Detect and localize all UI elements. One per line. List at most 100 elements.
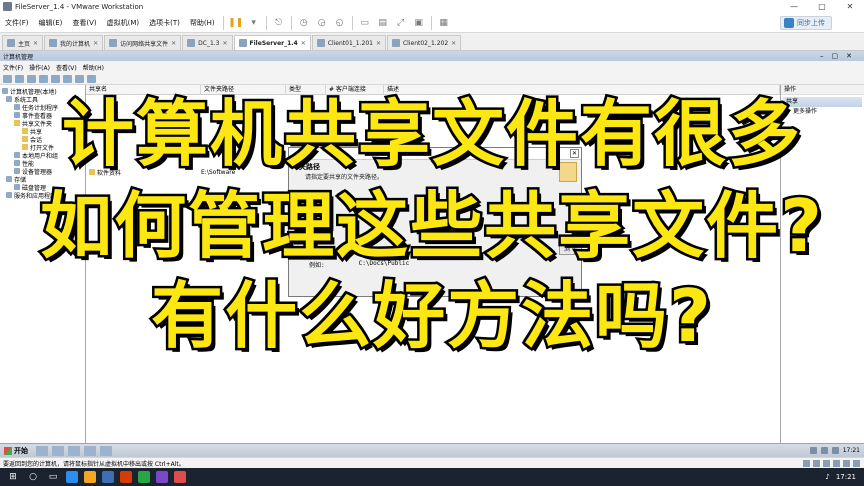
network-icon[interactable] (809, 447, 817, 454)
minimize-button[interactable]: — (780, 0, 808, 13)
revert-snapshot-icon[interactable]: ◶ (315, 16, 329, 30)
dialog-task-icon[interactable] (100, 445, 112, 456)
unity-icon[interactable]: ▣ (412, 16, 426, 30)
close-tab-icon[interactable]: ✕ (451, 40, 456, 47)
cdrom-icon[interactable] (813, 459, 820, 467)
library-icon[interactable]: ▭ (358, 16, 372, 30)
display-icon[interactable] (853, 459, 860, 467)
app-icon[interactable] (138, 471, 150, 483)
mmc-menu-help[interactable]: 帮助(H) (80, 63, 107, 72)
tab-client01[interactable]: Client01_1.201 ✕ (311, 35, 386, 50)
usb-icon[interactable] (833, 459, 840, 467)
toolbar-separator (222, 15, 224, 30)
hdd-icon[interactable] (803, 459, 810, 467)
close-tab-icon[interactable]: ✕ (301, 40, 306, 47)
back-icon[interactable] (3, 74, 12, 83)
close-tab-icon[interactable]: ✕ (376, 40, 381, 47)
send-ctrl-alt-del-icon[interactable]: ⎋ (272, 16, 286, 30)
up-icon[interactable] (27, 74, 36, 83)
dialog-heading: 夹路径 (299, 163, 320, 171)
powershell-icon[interactable] (52, 445, 64, 456)
create-share-dialog: ✕ 夹路径 请指定要共享的文件夹路径。 浏 例如: C:\Docs\Public (288, 147, 582, 297)
mmc-menu-file[interactable]: 文件(F) (0, 63, 26, 72)
tree-node[interactable]: 服务和应用程序 (0, 191, 85, 200)
close-tab-icon[interactable]: ✕ (93, 40, 98, 47)
dropdown-chevron-icon[interactable]: ▾ (247, 16, 261, 30)
show-tree-icon[interactable] (39, 74, 48, 83)
sound-icon[interactable] (843, 459, 850, 467)
menu-help[interactable]: 帮助(H) (185, 18, 220, 28)
sync-upload-button[interactable]: 同步上传 (780, 16, 832, 30)
close-tab-icon[interactable]: ✕ (223, 40, 228, 47)
menu-tabs[interactable]: 选项卡(T) (144, 18, 185, 28)
computer-management-icon[interactable] (84, 445, 96, 456)
mmc-menu-view[interactable]: 查看(V) (53, 63, 80, 72)
guest-clock[interactable]: 17:21 (843, 447, 860, 454)
maximize-button[interactable]: ▢ (808, 0, 836, 13)
menu-view[interactable]: 查看(V) (67, 18, 101, 28)
refresh-icon[interactable] (87, 74, 96, 83)
tab-label: Client01_1.201 (327, 39, 373, 47)
actions-subheader[interactable]: 共享 (783, 97, 862, 107)
explorer-icon[interactable] (68, 445, 80, 456)
clock-icon (14, 104, 20, 110)
menu-file[interactable]: 文件(F) (0, 18, 34, 28)
tab-home[interactable]: 主页 ✕ (2, 35, 44, 50)
pause-icon[interactable]: ❚❚ (228, 16, 243, 30)
host-clock[interactable]: 17:21 (836, 473, 856, 481)
toolbar-separator (430, 15, 432, 30)
folder-icon[interactable] (84, 471, 96, 483)
snapshot-manager-icon[interactable]: ◵ (333, 16, 347, 30)
app-icon[interactable] (120, 471, 132, 483)
tree-node[interactable]: 计算机管理(本地) (0, 87, 85, 96)
menu-vm[interactable]: 虚拟机(M) (102, 18, 145, 28)
column-header[interactable]: 描述 (384, 84, 780, 95)
tree-node[interactable]: 共享 (0, 127, 85, 136)
table-row[interactable]: 软件资料 E:\Software (86, 168, 235, 177)
mmc-menu-action[interactable]: 操作(A) (26, 63, 53, 72)
forward-icon[interactable] (15, 74, 24, 83)
start-button[interactable]: 开始 (0, 445, 32, 457)
column-header[interactable]: 共享名 (86, 84, 201, 95)
task-view-icon[interactable]: ▭ (46, 470, 60, 484)
windows-start-icon[interactable]: ⊞ (6, 470, 20, 484)
browse-button[interactable]: 浏 (559, 244, 575, 255)
close-tab-icon[interactable]: ✕ (171, 40, 176, 47)
vmware-icon[interactable] (102, 471, 114, 483)
help-icon[interactable] (63, 74, 72, 83)
browser-icon[interactable] (66, 471, 78, 483)
search-icon[interactable]: ○ (26, 470, 40, 484)
export-icon[interactable] (51, 74, 60, 83)
tree-node[interactable]: 共享文件夹 (0, 119, 85, 128)
tree-node[interactable]: 本地用户和组 (0, 151, 85, 160)
column-header[interactable]: # 客户端连接 (326, 84, 384, 95)
column-header[interactable]: 文件夹路径 (201, 84, 286, 95)
network-adapter-icon[interactable] (823, 459, 830, 467)
snapshot-icon[interactable]: ◷ (297, 16, 311, 30)
vm-icon (238, 39, 247, 47)
guest-desktop[interactable]: 计算机管理 –▢✕ 文件(F) 操作(A) 查看(V) 帮助(H) 计算机管理(… (0, 51, 864, 443)
properties-icon[interactable] (75, 74, 84, 83)
console-view-icon[interactable]: ▦ (437, 16, 451, 30)
mmc-window-buttons[interactable]: –▢✕ (820, 52, 864, 60)
more-actions-link[interactable]: 更多操作 (781, 107, 864, 117)
tab-client02[interactable]: Client02_1.202 ✕ (386, 35, 462, 50)
tab-dc[interactable]: DC_1.3 ✕ (182, 35, 233, 50)
column-header[interactable]: 类型 (286, 84, 326, 95)
tab-my-computer[interactable]: 我的计算机 ✕ (44, 35, 104, 50)
dialog-close-icon[interactable]: ✕ (570, 149, 579, 158)
menu-edit[interactable]: 编辑(E) (34, 18, 68, 28)
close-button[interactable]: ✕ (836, 0, 864, 13)
tab-fileserver[interactable]: FileServer_1.4 ✕ (233, 35, 311, 50)
volume-icon[interactable] (820, 447, 828, 454)
close-tab-icon[interactable]: ✕ (33, 40, 38, 47)
thumbnail-icon[interactable]: ▤ (376, 16, 390, 30)
app-icon[interactable] (156, 471, 168, 483)
app-icon[interactable] (174, 471, 186, 483)
tree-node[interactable]: 设备管理器 (0, 167, 85, 176)
flag-icon[interactable] (831, 447, 839, 454)
fullscreen-icon[interactable]: ⤢ (394, 16, 408, 30)
tab-network-share[interactable]: 访问网络共享文件 ✕ (104, 35, 182, 50)
server-manager-icon[interactable] (36, 445, 48, 456)
speaker-icon[interactable]: ♪ (825, 473, 829, 481)
